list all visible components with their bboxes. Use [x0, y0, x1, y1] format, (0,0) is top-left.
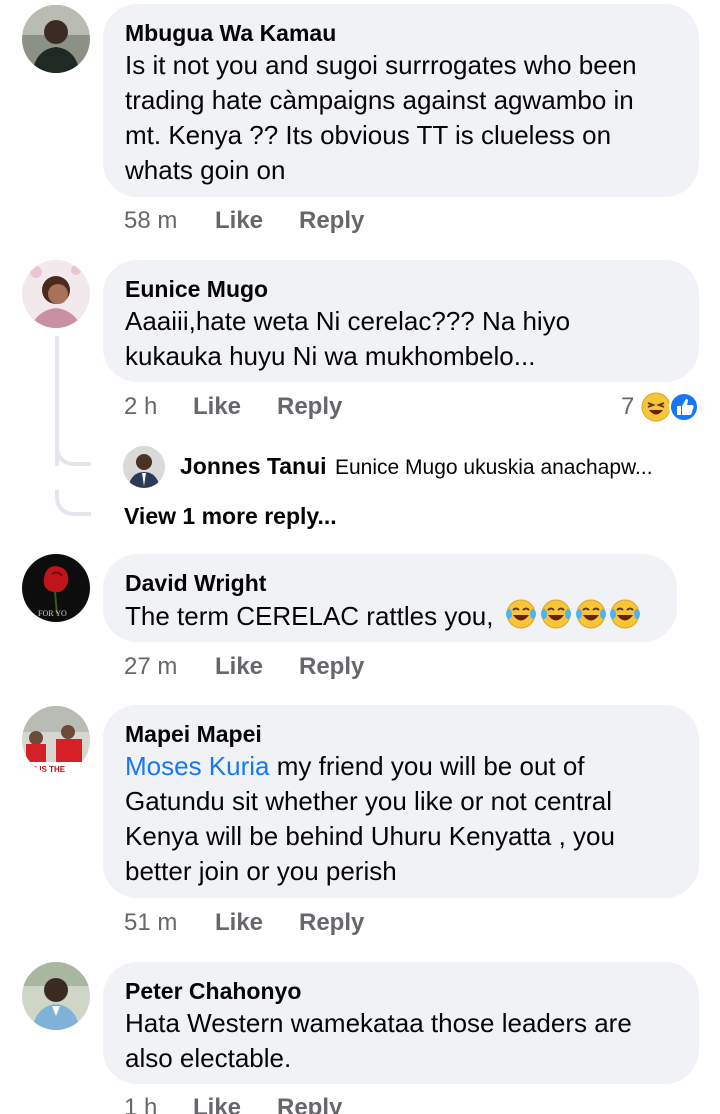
- comment-bubble-peter: Peter Chahonyo Hata Western wamekataa th…: [103, 962, 699, 1084]
- view-more-replies-button[interactable]: View 1 more reply...: [124, 503, 337, 530]
- comment-author[interactable]: Mapei Mapei: [125, 719, 679, 749]
- reply-snippet: Eunice Mugo ukuskia anachapw...: [335, 456, 653, 479]
- like-button[interactable]: Like: [193, 393, 241, 421]
- comment-actions-david: 27 m Like Reply: [0, 653, 720, 683]
- comment-text: Moses Kuria my friend you will be out of…: [125, 749, 679, 889]
- reply-button[interactable]: Reply: [299, 909, 364, 937]
- comment-text: The term CERELAC rattles you,: [125, 598, 657, 639]
- reply-button[interactable]: Reply: [299, 207, 364, 235]
- reply-button[interactable]: Reply: [299, 653, 364, 681]
- comment-timestamp[interactable]: 51 m: [124, 909, 177, 937]
- laughing-emoji-icon: [505, 598, 641, 639]
- comment-actions-peter: 1 h Like Reply: [0, 1094, 720, 1114]
- avatar-david[interactable]: FOR YO: [22, 554, 90, 622]
- avatar-eunice[interactable]: [22, 260, 90, 328]
- like-button[interactable]: Like: [215, 909, 263, 937]
- like-button[interactable]: Like: [215, 207, 263, 235]
- comment-timestamp[interactable]: 58 m: [124, 207, 177, 235]
- comment-text: Is it not you and sugoi surrrogates who …: [125, 50, 637, 185]
- reply-preview[interactable]: Jonnes Tanui Eunice Mugo ukuskia anachap…: [180, 453, 653, 480]
- like-reaction-icon: [669, 392, 699, 422]
- comment-text-body: The term CERELAC rattles you,: [125, 601, 494, 631]
- comment-bubble-eunice: Eunice Mugo Aaaiii,hate weta Ni cerelac?…: [103, 260, 699, 382]
- like-button[interactable]: Like: [215, 653, 263, 681]
- reply-button[interactable]: Reply: [277, 393, 342, 421]
- like-button[interactable]: Like: [193, 1094, 241, 1114]
- comment-timestamp[interactable]: 2 h: [124, 393, 157, 421]
- comment-timestamp[interactable]: 27 m: [124, 653, 177, 681]
- comment-author[interactable]: Eunice Mugo: [125, 274, 679, 304]
- avatar-peter[interactable]: [22, 962, 90, 1030]
- mention-link[interactable]: Moses Kuria: [125, 751, 270, 781]
- reply-author[interactable]: Jonnes Tanui: [180, 453, 327, 479]
- comment-author[interactable]: Peter Chahonyo: [125, 976, 679, 1006]
- comment-actions-mapei: 51 m Like Reply: [0, 909, 720, 939]
- haha-reaction-icon: [641, 392, 671, 422]
- avatar-caption: FOR YO: [38, 609, 67, 618]
- thread-connector: [55, 490, 91, 516]
- comment-timestamp[interactable]: 1 h: [124, 1094, 157, 1114]
- comment-author[interactable]: Mbugua Wa Kamau: [125, 18, 679, 48]
- thread-connector: [55, 440, 91, 466]
- reaction-count[interactable]: 7: [621, 393, 634, 421]
- comment-actions-eunice: 2 h Like Reply 7: [0, 393, 720, 423]
- avatar-jonnes[interactable]: [123, 446, 165, 488]
- comment-bubble-david: David Wright The term CERELAC rattles yo…: [103, 554, 677, 642]
- reaction-icons[interactable]: [641, 392, 701, 422]
- avatar-mbugua[interactable]: [22, 5, 90, 73]
- comment-author[interactable]: David Wright: [125, 568, 657, 598]
- reply-button[interactable]: Reply: [277, 1094, 342, 1114]
- avatar-caption: ER IS THE: [26, 765, 66, 774]
- comment-bubble-mapei: Mapei Mapei Moses Kuria my friend you wi…: [103, 705, 699, 898]
- comment-text: Aaaiii,hate weta Ni cerelac??? Na hiyo k…: [125, 306, 571, 371]
- comment-bubble-mbugua: Mbugua Wa Kamau Is it not you and sugoi …: [103, 4, 699, 197]
- avatar-mapei[interactable]: ER IS THE: [22, 706, 90, 774]
- comment-actions-mbugua: 58 m Like Reply: [0, 207, 720, 237]
- comment-text: Hata Western wamekataa those leaders are…: [125, 1008, 632, 1073]
